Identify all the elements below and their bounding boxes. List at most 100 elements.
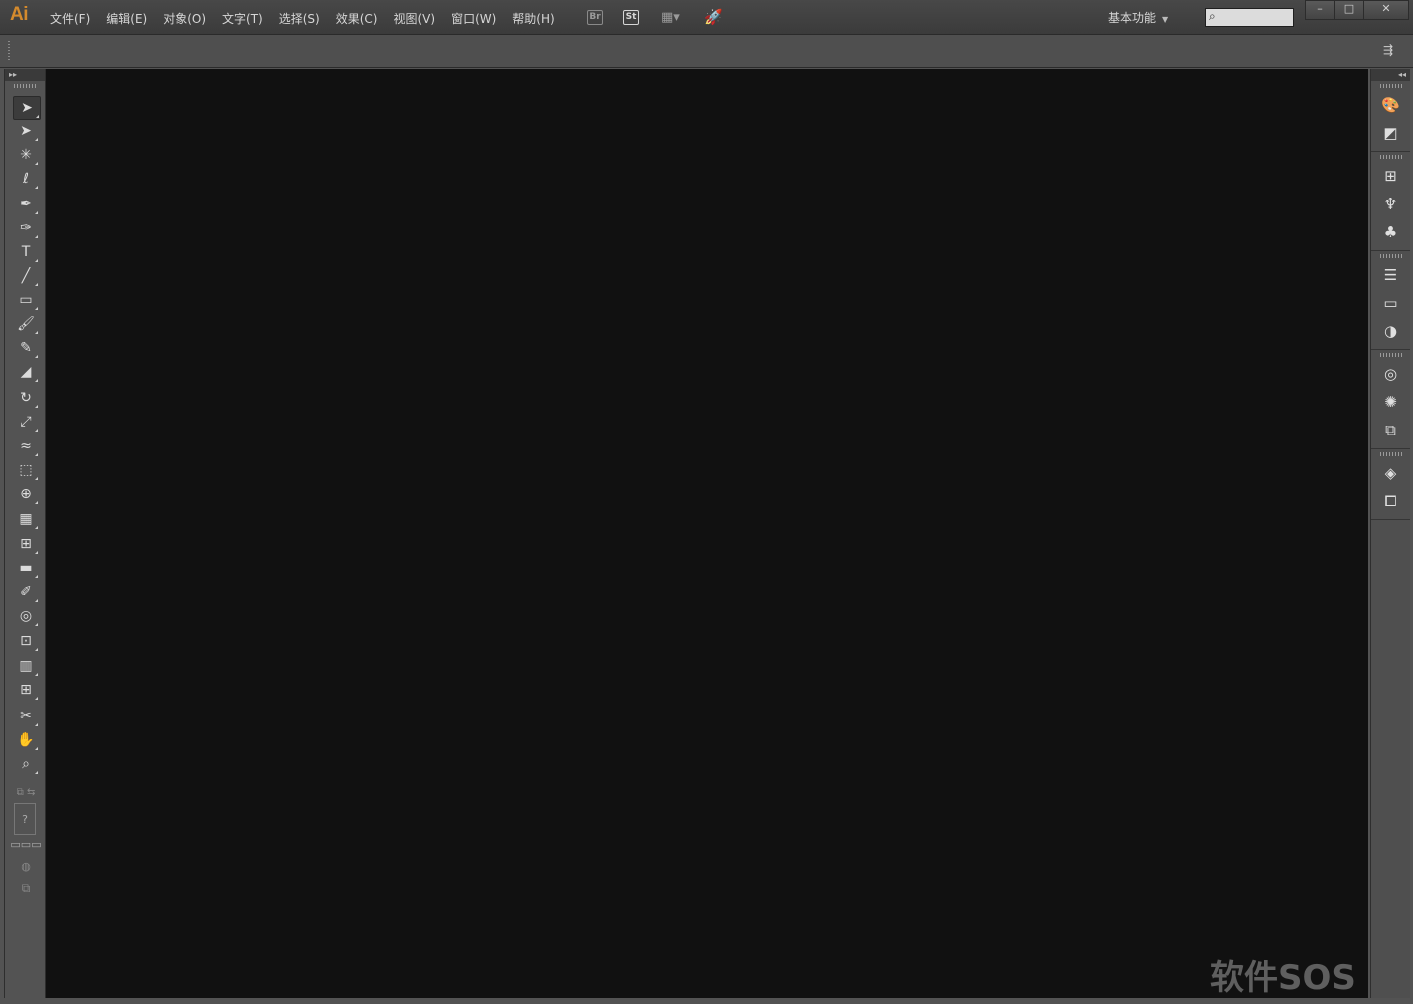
menu-help[interactable]: 帮助(H) xyxy=(504,10,562,27)
hand-tool[interactable]: ✋ xyxy=(13,729,39,751)
rotate-tool[interactable]: ↻ xyxy=(13,387,39,409)
flyout-indicator-icon xyxy=(35,283,38,286)
artboards-panel-icon[interactable]: ⧠ xyxy=(1371,487,1410,515)
direct-selection-tool[interactable]: ➤ xyxy=(13,120,39,142)
width-icon: ≈ xyxy=(20,438,32,454)
stroke-panel-icon[interactable]: ☰ xyxy=(1371,261,1410,289)
menu-type[interactable]: 文字(T) xyxy=(214,10,271,27)
graphic-styles-panel-icon[interactable]: ✺ xyxy=(1371,388,1410,416)
expand-panel-icon[interactable]: ▸▸ xyxy=(5,69,45,81)
symbol-sprayer-tool[interactable]: ⊡ xyxy=(13,630,39,652)
menu-select[interactable]: 选择(S) xyxy=(271,10,328,27)
workspace-label: 基本功能 xyxy=(1108,11,1157,25)
artboard-tool[interactable]: ⊞ xyxy=(13,679,39,701)
curvature-tool[interactable]: ✑ xyxy=(13,217,39,239)
collapse-dock-icon[interactable]: ◂◂ xyxy=(1371,69,1410,81)
dock-group-grip[interactable] xyxy=(1379,254,1402,258)
type-tool[interactable]: T xyxy=(13,241,39,263)
selection-icon: ➤ xyxy=(21,100,33,116)
control-bar-grip[interactable] xyxy=(8,41,10,61)
blend-tool[interactable]: ◎ xyxy=(13,605,39,627)
flyout-indicator-icon xyxy=(35,307,38,310)
color-mode-icons[interactable]: ▭▭▭ xyxy=(10,833,41,855)
document-canvas[interactable] xyxy=(46,69,1368,998)
menu-window[interactable]: 窗口(W) xyxy=(443,10,504,27)
stock-button[interactable]: St xyxy=(623,8,639,26)
arrange-documents-button[interactable]: ▦▾ xyxy=(661,8,680,26)
scale-tool[interactable]: ⤢ xyxy=(13,411,39,433)
close-button[interactable]: ✕ xyxy=(1363,0,1409,20)
minimize-button[interactable]: – xyxy=(1305,0,1335,20)
gradient-icon: ▬ xyxy=(19,560,33,576)
color-guide-panel-icon[interactable]: ◩ xyxy=(1371,119,1410,147)
slice-icon: ✂ xyxy=(20,708,32,724)
menu-file[interactable]: 文件(F) xyxy=(42,10,98,27)
column-graph-tool[interactable]: ▥ xyxy=(13,655,39,677)
restore-button[interactable]: □ xyxy=(1334,0,1364,20)
dock-group-grip[interactable] xyxy=(1379,84,1402,88)
zoom-tool[interactable]: ⌕ xyxy=(13,753,39,775)
appearance-panel-icon[interactable]: ◎ xyxy=(1371,360,1410,388)
transparency-panel-icon[interactable]: ◑ xyxy=(1371,317,1410,345)
mesh-tool[interactable]: ⊞ xyxy=(13,533,39,555)
pencil-tool[interactable]: ✎ xyxy=(13,337,39,359)
symbols-panel-icon[interactable]: ♣ xyxy=(1371,218,1410,246)
control-bar-menu-icon[interactable]: ⇶ xyxy=(1383,43,1393,57)
mesh-icon: ⊞ xyxy=(20,536,32,552)
drawing-mode-icon[interactable]: ◍ xyxy=(13,855,39,877)
eraser-tool[interactable]: ◢ xyxy=(13,361,39,383)
dock-group: 🎨 ◩ xyxy=(1371,84,1410,152)
flyout-indicator-icon xyxy=(35,623,38,626)
line-segment-tool[interactable]: ╱ xyxy=(13,265,39,287)
column-graph-icon: ▥ xyxy=(19,658,33,674)
free-transform-tool[interactable]: ⬚ xyxy=(13,459,39,481)
eyedropper-tool[interactable]: ✐ xyxy=(13,581,39,603)
menu-object[interactable]: 对象(O) xyxy=(155,10,214,27)
pen-tool[interactable]: ✒ xyxy=(13,193,39,215)
magic-wand-icon: ✳ xyxy=(20,147,32,163)
color-panel-icon[interactable]: 🎨 xyxy=(1371,91,1410,119)
eraser-icon: ◢ xyxy=(20,364,32,380)
fill-stroke-widget[interactable]: ? xyxy=(14,803,36,835)
paintbrush-tool[interactable]: 🖌 xyxy=(13,313,39,335)
perspective-grid-tool[interactable]: ▦ xyxy=(13,508,39,530)
menu-effect[interactable]: 效果(C) xyxy=(328,10,386,27)
rectangle-tool[interactable]: ▭ xyxy=(13,289,39,311)
magic-wand-tool[interactable]: ✳ xyxy=(13,144,39,166)
dock-group-grip[interactable] xyxy=(1379,353,1402,357)
menu-bar: Ai 文件(F) 编辑(E) 对象(O) 文字(T) 选择(S) 效果(C) 视… xyxy=(0,0,1413,35)
flyout-indicator-icon xyxy=(35,477,38,480)
artboard-icon: ⊞ xyxy=(20,682,32,698)
flyout-indicator-icon xyxy=(35,235,38,238)
workspace-switcher[interactable]: 基本功能 ▼ xyxy=(1108,9,1168,26)
flyout-indicator-icon xyxy=(36,115,39,118)
bridge-label: Br xyxy=(587,9,603,25)
gradient-tool[interactable]: ▬ xyxy=(13,557,39,579)
menu-edit[interactable]: 编辑(E) xyxy=(98,10,155,27)
search-input[interactable]: ⌕ xyxy=(1205,8,1294,27)
dock-group-grip[interactable] xyxy=(1379,155,1402,159)
tools-panel-grip[interactable] xyxy=(14,84,36,88)
lasso-tool[interactable]: ℓ xyxy=(13,168,39,190)
gradient-panel-icon[interactable]: ▭ xyxy=(1371,289,1410,317)
dock-group: ◈ ⧠ xyxy=(1371,452,1410,520)
flyout-indicator-icon xyxy=(35,138,38,141)
flyout-indicator-icon xyxy=(35,673,38,676)
line-segment-icon: ╱ xyxy=(21,268,31,284)
swatches-panel-icon[interactable]: ⊞ xyxy=(1371,162,1410,190)
brushes-panel-icon[interactable]: ♆ xyxy=(1371,190,1410,218)
chevron-down-icon: ▼ xyxy=(1162,15,1169,24)
layers-panel-icon[interactable]: ◈ xyxy=(1371,459,1410,487)
selection-tool[interactable]: ➤ xyxy=(13,96,41,120)
hand-icon: ✋ xyxy=(17,732,35,748)
slice-tool[interactable]: ✂ xyxy=(13,705,39,727)
dock-group-grip[interactable] xyxy=(1379,452,1402,456)
menu-view[interactable]: 视图(V) xyxy=(385,10,443,27)
bridge-button[interactable]: Br xyxy=(587,8,603,26)
publish-button[interactable]: 🚀 xyxy=(704,8,723,26)
asset-export-panel-icon[interactable]: ⧉ xyxy=(1371,416,1410,444)
shape-builder-tool[interactable]: ⊕ xyxy=(13,483,39,505)
width-tool[interactable]: ≈ xyxy=(13,435,39,457)
fill-stroke-swap-icon[interactable]: ⧉ ⇆ xyxy=(13,781,39,803)
screen-mode-icon[interactable]: ⧉ xyxy=(13,877,39,899)
